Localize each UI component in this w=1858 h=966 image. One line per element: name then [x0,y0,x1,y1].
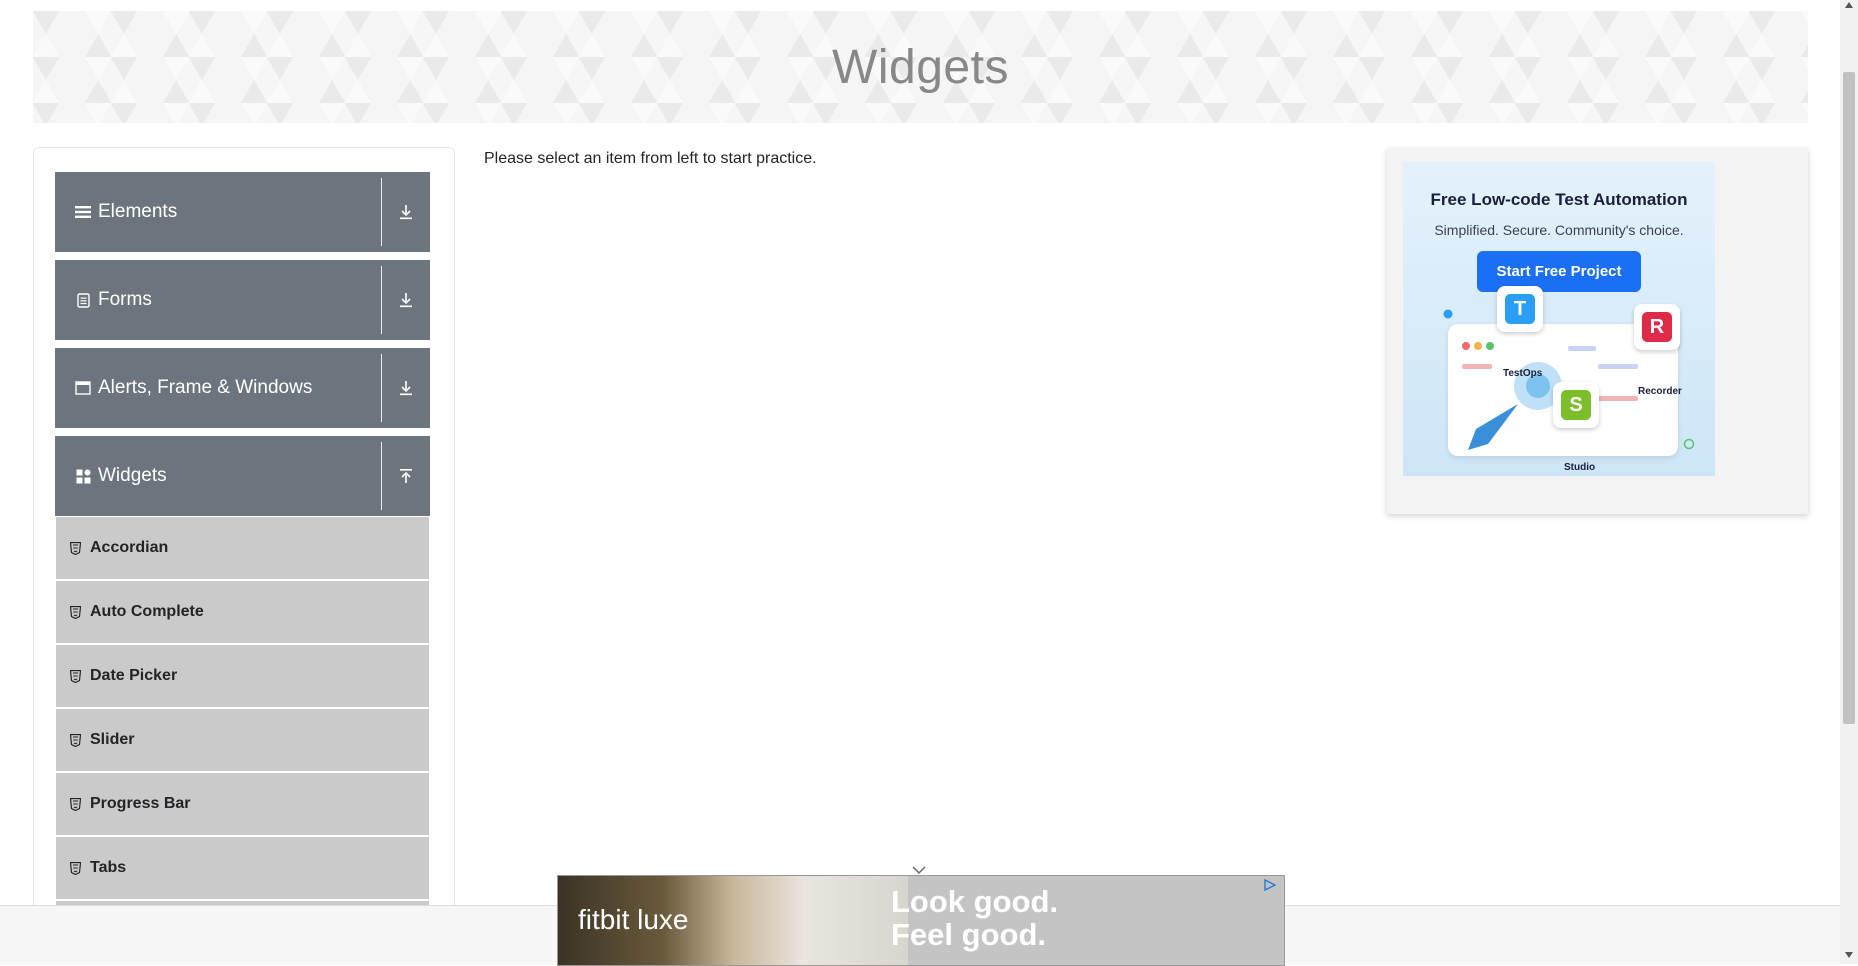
html5-icon [70,605,86,619]
ad-title: Free Low-code Test Automation [1430,190,1688,209]
adchoices-icon[interactable] [1262,878,1278,892]
sidebar-item-label: Auto Complete [90,603,204,620]
html5-icon [70,541,86,555]
sidebar-item-label: Tabs [90,859,127,876]
sidebar-item-auto-complete[interactable]: Auto Complete [56,581,429,645]
scrollbar-thumb[interactable] [1843,72,1855,724]
testops-label: TestOps [1503,368,1543,379]
scroll-up-arrow-icon[interactable] [1840,2,1858,8]
ad-banner[interactable]: Free Low-code Test Automation Simplified… [1403,162,1715,476]
studio-icon: S [1561,390,1591,420]
sidebar-item-accordian[interactable]: Accordian [56,517,429,581]
ad-subtitle: Simplified. Secure. Community's choice. [1434,222,1684,238]
page-scrollbar[interactable] [1840,0,1858,964]
sidebar-item-label: Accordian [90,539,169,556]
sidebar-item-date-picker[interactable]: Date Picker [56,645,429,709]
ad-tagline-line-2: Feel good. [891,917,1046,952]
bottom-advertisement[interactable]: fitbit luxe Look good. Feel good. [557,875,1285,966]
studio-label: Studio [1564,462,1596,473]
side-advertisement[interactable]: Free Low-code Test Automation Simplified… [1387,148,1808,514]
ad-tagline-line-1: Look good. [891,884,1059,919]
left-sidebar: Elements Forms Alerts, Frame & Windows W… [33,147,455,908]
page-header-banner: Widgets [33,11,1808,123]
sidebar-group-forms[interactable]: Forms [55,260,430,341]
recorder-icon: R [1642,312,1672,342]
sidebar-item-progress-bar[interactable]: Progress Bar [56,773,429,837]
sidebar-group-label: Widgets [98,465,167,486]
sidebar-group-label: Forms [98,289,152,310]
sidebar-item-label: Progress Bar [90,795,191,812]
sidebar-item-label: Date Picker [90,667,178,684]
expand-arrow-icon[interactable] [382,380,430,396]
page-title: Widgets [832,40,1009,94]
sidebar-group-label: Alerts, Frame & Windows [98,377,313,398]
collapse-arrow-icon[interactable] [382,468,430,484]
sidebar-group-alerts-frame-windows[interactable]: Alerts, Frame & Windows [55,348,430,429]
testops-icon: T [1505,294,1535,324]
sidebar-group-label: Elements [98,201,178,222]
scroll-down-arrow-icon[interactable] [1840,952,1858,958]
decor-dot-icon [1443,309,1453,319]
studio-tile: S [1553,382,1599,428]
sidebar-item-tabs[interactable]: Tabs [56,837,429,901]
html5-icon [70,797,86,811]
testops-tile: T [1497,286,1543,332]
html5-icon [70,861,86,875]
hamburger-icon [72,205,94,219]
recorder-label: Recorder [1638,386,1682,397]
decor-ring-icon [1683,438,1695,450]
instruction-text: Please select an item from left to start… [484,150,817,167]
sidebar-item-label: Slider [90,731,135,748]
ad-brand: fitbit luxe [578,904,689,935]
expand-arrow-icon[interactable] [382,204,430,220]
sidebar-item-slider[interactable]: Slider [56,709,429,773]
ad-tagline: Look good. Feel good. [891,885,1058,951]
sidebar-group-elements[interactable]: Elements [55,172,430,253]
document-icon [72,292,94,308]
html5-icon [70,669,86,683]
recorder-tile: R [1634,304,1680,350]
grid-icon [72,469,94,484]
window-icon [72,381,94,395]
sidebar-group-widgets[interactable]: Widgets [55,436,430,517]
html5-icon [70,733,86,747]
expand-arrow-icon[interactable] [382,292,430,308]
